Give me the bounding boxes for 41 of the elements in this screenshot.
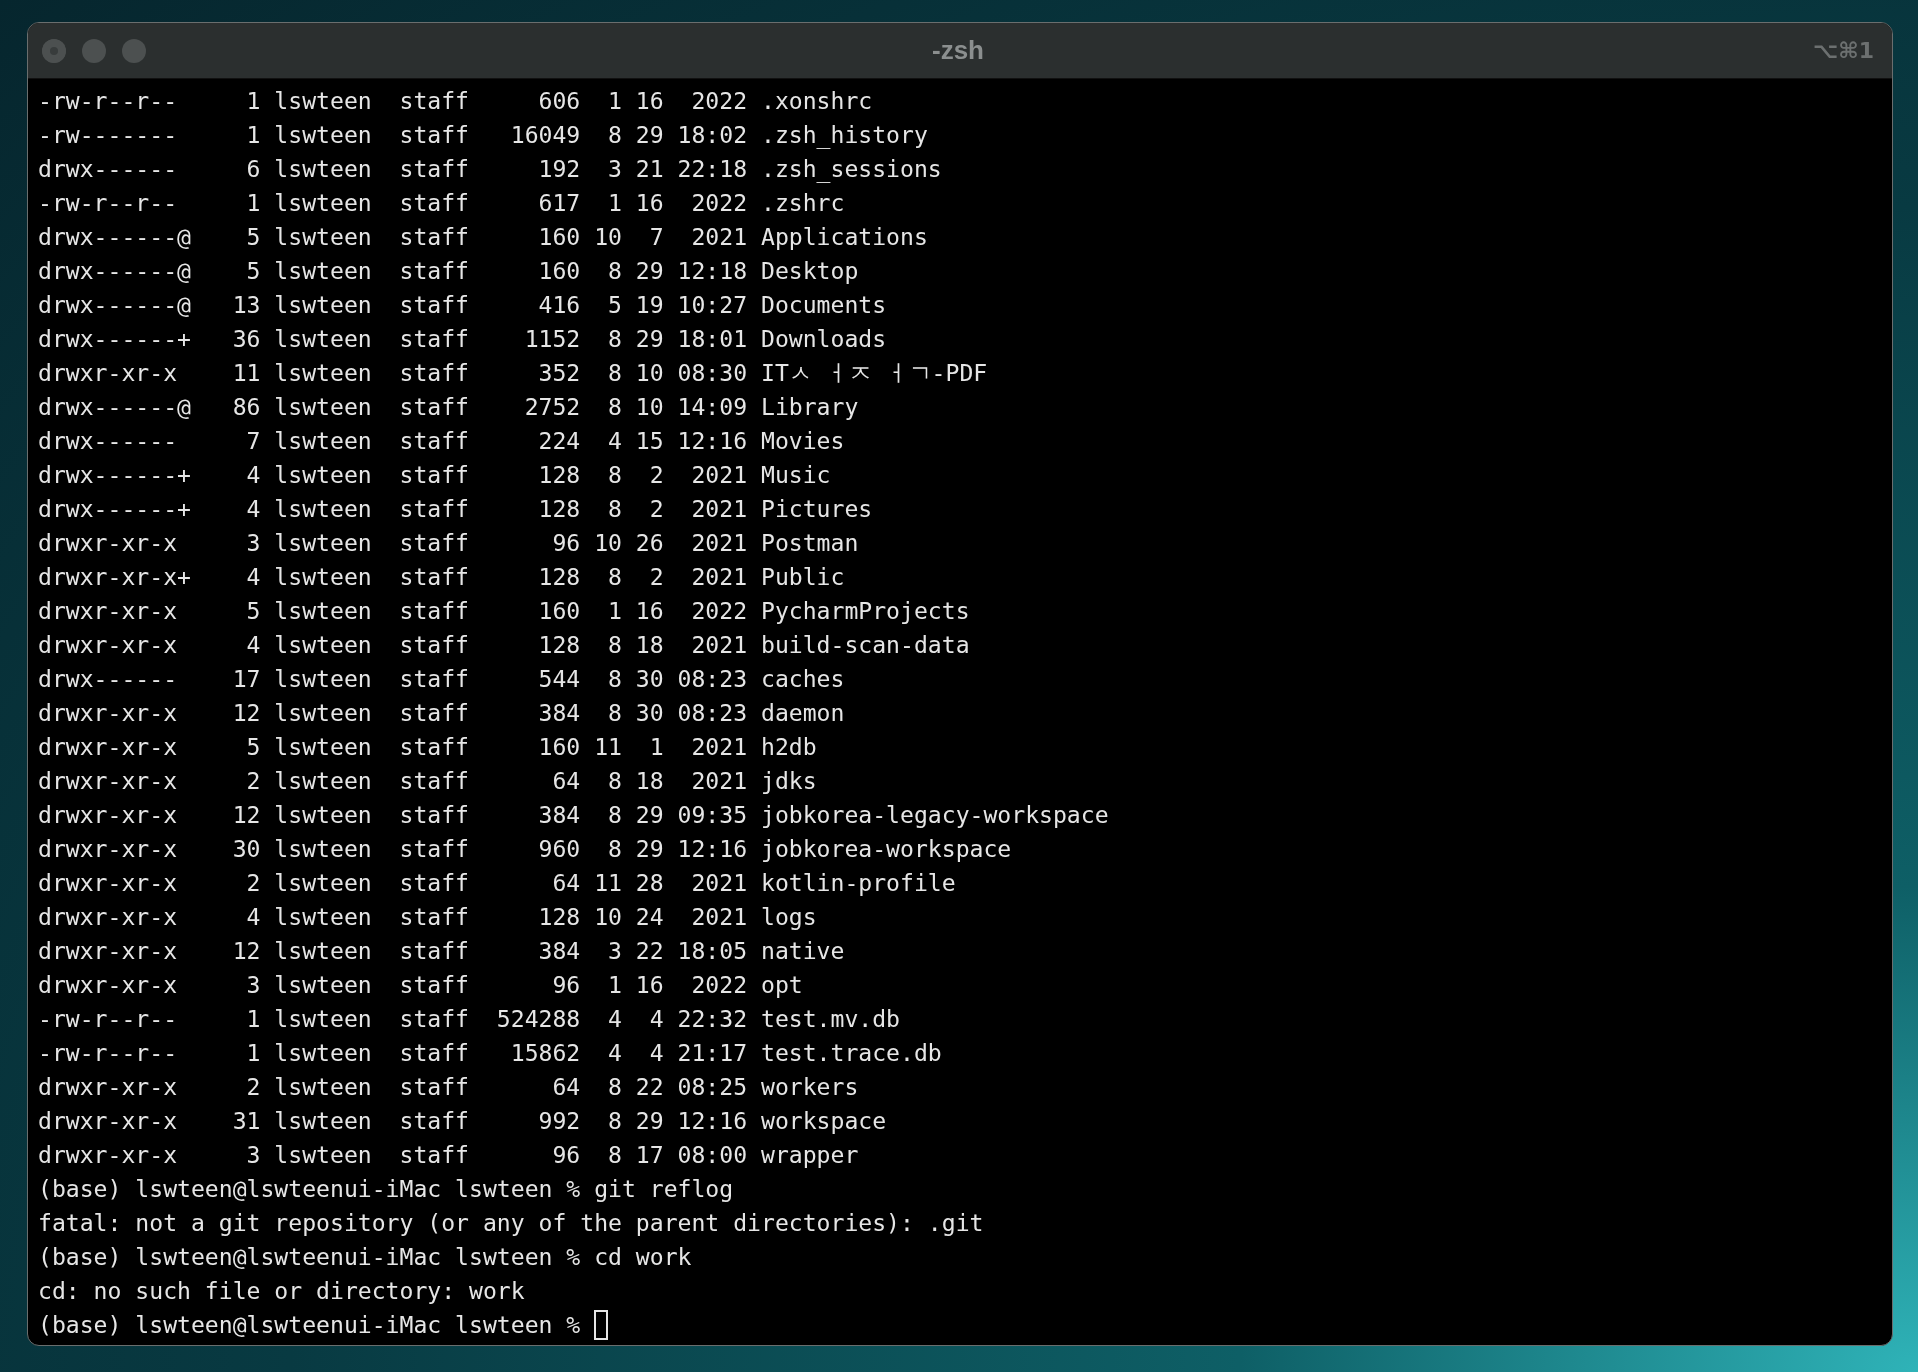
terminal-line: -rw-r--r-- 1 lswteen staff 617 1 16 2022 .zshrc (38, 189, 845, 218)
terminal-line: drwxr-xr-x 30 lswteen staff 960 8 29 12:16 jobkorea-workspace (38, 835, 1012, 864)
terminal-line: drwx------+ 36 lswteen staff 1152 8 29 18:01 Downloads (38, 325, 887, 354)
terminal-line: drwxr-xr-x 11 lswteen staff 352 8 10 08:30 ITㅅ ㅓㅈ ㅓㄱ-PDF (38, 359, 988, 388)
terminal-line: (base) lswteen@lswteenui-iMac lswteen % git reflog (38, 1175, 734, 1204)
terminal-line: (base) lswteen@lswteenui-iMac lswteen % cd work (38, 1243, 692, 1272)
terminal-line: cd: no such file or directory: work (38, 1277, 525, 1306)
terminal-line: drwx------@ 5 lswteen staff 160 8 29 12:18 Desktop (38, 257, 859, 286)
terminal-line: drwxr-xr-x 4 lswteen staff 128 10 24 2021 logs (38, 903, 817, 932)
terminal-line: drwx------@ 5 lswteen staff 160 10 7 2021 Applications (38, 223, 928, 252)
terminal-line: (base) lswteen@lswteenui-iMac lswteen % (38, 1311, 581, 1340)
terminal-line: drwxr-xr-x 2 lswteen staff 64 11 28 2021 kotlin-profile (38, 869, 956, 898)
terminal-line: drwx------ 17 lswteen staff 544 8 30 08:23 caches (38, 665, 845, 694)
terminal-line: drwxr-xr-x 2 lswteen staff 64 8 18 2021 jdks (38, 767, 817, 796)
terminal-line: drwxr-xr-x 3 lswteen staff 96 1 16 2022 opt (38, 971, 803, 1000)
terminal-line: drwxr-xr-x 12 lswteen staff 384 8 29 09:35 jobkorea-legacy-workspace (38, 801, 1109, 830)
terminal-line: -rw------- 1 lswteen staff 16049 8 29 18:02 .zsh_history (38, 121, 928, 151)
terminal-line: drwxr-xr-x+ 4 lswteen staff 128 8 2 2021 Public (38, 563, 845, 592)
terminal-line: drwx------@ 86 lswteen staff 2752 8 10 14:09 Library (38, 393, 859, 422)
terminal-line: drwxr-xr-x 5 lswteen staff 160 1 16 2022 PycharmProjects (38, 597, 970, 626)
terminal-line: drwxr-xr-x 3 lswteen staff 96 8 17 08:00 wrapper (38, 1141, 859, 1170)
minimize-icon[interactable] (82, 38, 106, 63)
terminal-line: drwx------@ 13 lswteen staff 416 5 19 10:27 Documents (38, 291, 887, 320)
window-title: -zsh (932, 35, 984, 66)
terminal-line: fatal: not a git repository (or any of the parent directories): .git (38, 1209, 984, 1238)
terminal-line: drwx------ 7 lswteen staff 224 4 15 12:16 Movies (38, 427, 845, 456)
shortcut-label: ⌥⌘1 (1812, 38, 1874, 63)
terminal-line: drwxr-xr-x 2 lswteen staff 64 8 22 08:25 workers (38, 1073, 859, 1102)
terminal-line: drwx------+ 4 lswteen staff 128 8 2 2021 Pictures (38, 495, 873, 524)
terminal-line: -rw-r--r-- 1 lswteen staff 524288 4 4 22:32 test.mv.db (38, 1005, 901, 1034)
zoom-icon[interactable] (122, 38, 146, 63)
terminal-line: -rw-r--r-- 1 lswteen staff 15862 4 4 21:17 test.trace.db (38, 1039, 942, 1068)
terminal-line: drwxr-xr-x 5 lswteen staff 160 11 1 2021 h2db (38, 733, 817, 762)
terminal-line: drwxr-xr-x 12 lswteen staff 384 3 22 18:05 native (38, 937, 845, 966)
terminal-line: drwx------ 6 lswteen staff 192 3 21 22:18 .zsh_sessions (38, 155, 942, 185)
terminal-line: drwxr-xr-x 4 lswteen staff 128 8 18 2021 build-scan-data (38, 631, 970, 660)
terminal-line: drwxr-xr-x 31 lswteen staff 992 8 29 12:16 workspace (38, 1107, 887, 1136)
terminal-line: drwxr-xr-x 12 lswteen staff 384 8 30 08:23 daemon (38, 699, 845, 728)
terminal-line: -rw-r--r-- 1 lswteen staff 606 1 16 2022 .xonshrc (38, 87, 873, 116)
terminal-line: drwxr-xr-x 3 lswteen staff 96 10 26 2021 Postman (38, 529, 859, 558)
terminal-line: drwx------+ 4 lswteen staff 128 8 2 2021 Music (38, 461, 831, 490)
